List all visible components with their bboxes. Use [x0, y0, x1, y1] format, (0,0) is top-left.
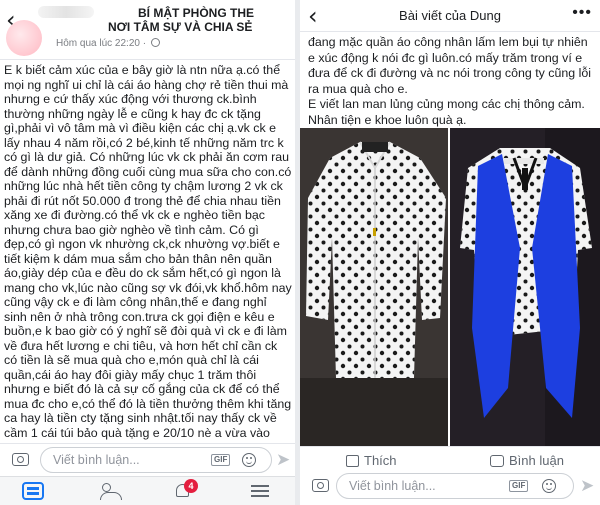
post-header: ‹ BÍ MẬT PHÒNG THE NƠI TÂM SỰ VÀ CHIA SẺ… [0, 0, 295, 60]
comment-label: Bình luận [509, 453, 564, 468]
menu-icon[interactable] [250, 482, 272, 500]
gift-photo-vest[interactable] [450, 128, 600, 446]
comment-input[interactable]: Viết bình luận... GIF [40, 447, 272, 473]
emoji-icon[interactable] [542, 479, 556, 493]
left-screenshot: ‹ BÍ MẬT PHÒNG THE NƠI TÂM SỰ VÀ CHIA SẺ… [0, 0, 295, 505]
post-time-text: Hôm qua lúc 22:20 · [56, 38, 147, 49]
comment-bar: Viết bình luận... GIF ➤ [0, 443, 295, 475]
post-text: E k biết cảm xúc của e bây giờ là ntn nữ… [4, 63, 292, 440]
send-icon[interactable]: ➤ [580, 477, 594, 494]
notification-badge: 4 [184, 479, 198, 493]
post-text-content: đang mặc quần áo công nhân lấm lem bụi t… [308, 35, 592, 127]
more-options-icon[interactable]: ••• [572, 5, 592, 21]
group-title[interactable]: BÍ MẬT PHÒNG THE [138, 6, 254, 20]
post-header: ‹ Bài viết của Dung ••• [300, 0, 600, 32]
avatar[interactable] [6, 20, 42, 56]
comment-bar: Viết bình luận... GIF ➤ [300, 470, 600, 502]
emoji-icon[interactable] [242, 453, 256, 467]
comment-placeholder: Viết bình luận... [349, 479, 436, 493]
like-icon [346, 455, 359, 467]
like-label: Thích [364, 453, 397, 468]
right-screenshot: ‹ Bài viết của Dung ••• đang mặc quần áo… [300, 0, 600, 505]
post-text: đang mặc quần áo công nhân lấm lem bụi t… [308, 35, 596, 128]
camera-icon[interactable] [312, 479, 329, 492]
page-title: Bài viết của Dung [399, 8, 501, 23]
camera-icon[interactable] [12, 453, 29, 466]
comment-placeholder: Viết bình luận... [53, 453, 140, 467]
globe-icon [150, 38, 160, 47]
post-time: Hôm qua lúc 22:20 · [56, 38, 160, 49]
home-icon[interactable] [22, 482, 44, 500]
blurred-name [38, 6, 94, 18]
comment-button[interactable]: Bình luận [490, 453, 564, 468]
friends-icon[interactable] [100, 482, 122, 500]
gif-icon[interactable]: GIF [211, 454, 231, 466]
like-button[interactable]: Thích [346, 453, 397, 468]
gif-icon[interactable]: GIF [509, 480, 529, 492]
comment-input[interactable]: Viết bình luận... GIF [336, 473, 574, 499]
gift-photo-shirt[interactable] [300, 128, 448, 446]
send-icon[interactable]: ➤ [276, 451, 290, 468]
group-subtitle[interactable]: NƠI TÂM SỰ VÀ CHIA SẺ [108, 20, 252, 34]
comment-icon [490, 455, 504, 467]
bottom-tab-bar: 4 [0, 476, 295, 505]
